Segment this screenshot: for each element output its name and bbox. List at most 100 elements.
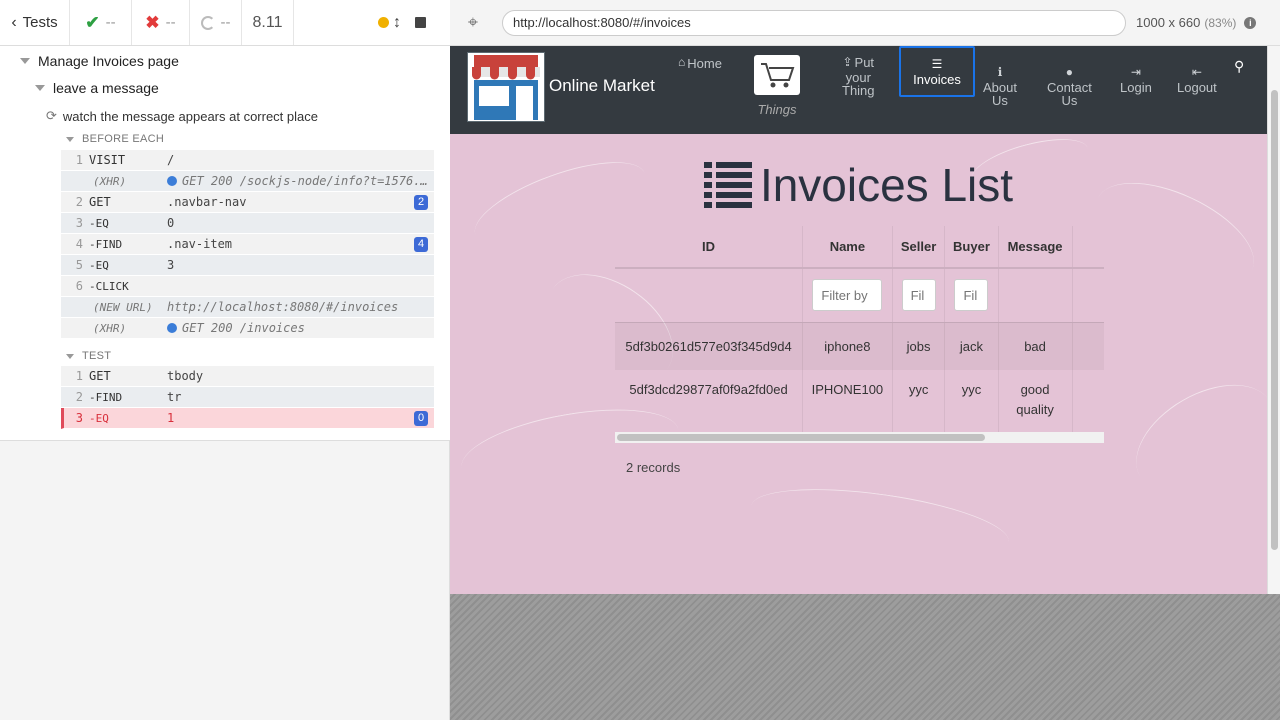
refresh-icon: ⟳ <box>46 108 57 123</box>
command-message: .nav-item <box>167 237 233 251</box>
name-filter-input[interactable] <box>812 279 883 312</box>
column-buyer[interactable]: Buyer <box>944 226 999 269</box>
page-title: Invoices List <box>450 158 1267 212</box>
reporter-panel: ‹ Tests ✔ -- ✖ -- -- 8.11 ↕ Manage Invoi… <box>0 0 450 720</box>
duration: 8.11 <box>242 0 294 45</box>
command-message: GET 200 /sockjs-node/info?t=1576... <box>182 174 434 188</box>
nav-contact-us[interactable]: ● Contact Us <box>1047 65 1092 108</box>
command-message: 3 <box>167 258 175 272</box>
invoices-table-container: ID Name Seller Buyer Message Filter by F… <box>615 226 1104 444</box>
failed-count: ✖ -- <box>132 0 190 45</box>
chevron-left-icon: ‹ <box>11 13 17 31</box>
test-title[interactable]: ⟳ watch the message appears at correct p… <box>46 108 318 124</box>
command-row[interactable]: 2 -FIND tr <box>61 387 434 408</box>
command-row[interactable]: (XHR) GET 200 /sockjs-node/info?t=1576... <box>61 171 434 192</box>
run-controls: ↕ <box>354 0 450 45</box>
command-name: (XHR) <box>93 321 127 335</box>
before-each-commands: 1 VISIT / (XHR) GET 200 /sockjs-node/info?t=… <box>61 150 434 339</box>
filter-row <box>615 268 1104 323</box>
cart-icon <box>754 55 800 95</box>
command-name: -EQ <box>89 216 109 230</box>
column-message[interactable]: Message <box>997 226 1073 269</box>
aut-vertical-scrollbar[interactable] <box>1267 46 1280 594</box>
test-commands: 1 GET tbody 2 -FIND tr 3 -EQ 1 0 <box>61 366 434 429</box>
command-message: tr <box>167 390 182 404</box>
scroll-toggle-icon[interactable]: ↕ <box>393 14 401 32</box>
store-logo[interactable] <box>467 52 545 122</box>
command-row[interactable]: 4 -FIND .nav-item 4 <box>61 234 434 255</box>
aut-header: ⌖ http://localhost:8080/#/invoices 1000 … <box>450 0 1280 46</box>
buyer-filter-input[interactable] <box>954 279 989 312</box>
caret-down-icon <box>66 353 74 359</box>
x-icon: ✖ <box>145 12 160 32</box>
column-more <box>1071 226 1104 269</box>
table-horizontal-scrollbar[interactable] <box>615 432 1104 443</box>
selector-playground-icon[interactable]: ⌖ <box>450 12 496 33</box>
app-navbar: Online Market ⌂ Home Things ⇪ Put your Th… <box>450 46 1267 134</box>
command-row[interactable]: 1 VISIT / <box>61 150 434 171</box>
test-label[interactable]: TEST <box>66 350 111 362</box>
command-log: Manage Invoices page leave a message ⟳ w… <box>0 46 450 441</box>
nav-logout[interactable]: ⇤ Logout <box>1177 66 1217 95</box>
app-under-test: Online Market ⌂ Home Things ⇪ Put your Th… <box>450 46 1267 594</box>
nav-login[interactable]: ⇥ Login <box>1120 66 1152 95</box>
xhr-status-icon <box>167 323 177 333</box>
command-name: GET <box>89 195 111 209</box>
column-id[interactable]: ID <box>615 226 803 269</box>
element-count-badge: 0 <box>414 411 428 426</box>
caret-down-icon <box>66 136 74 142</box>
brand-name[interactable]: Online Market <box>549 76 655 96</box>
caret-down-icon <box>20 58 30 64</box>
suite-manage-invoices[interactable]: Manage Invoices page <box>20 53 179 69</box>
pending-count: -- <box>190 0 242 45</box>
home-icon: ⌂ <box>678 55 686 69</box>
tests-label: Tests <box>22 14 58 31</box>
suite-leave-message[interactable]: leave a message <box>35 80 159 96</box>
command-message: .navbar-nav <box>167 195 247 209</box>
command-name: -FIND <box>89 390 123 404</box>
command-row[interactable]: 3 -EQ 1 0 <box>61 408 434 429</box>
table-row[interactable]: 5df3b0261d577e03f345d9d4 iphone8 jobs ja… <box>615 322 1104 370</box>
url-bar[interactable]: http://localhost:8080/#/invoices <box>502 9 1126 36</box>
command-row[interactable]: 5 -EQ 3 <box>61 255 434 276</box>
command-row[interactable]: 2 GET .navbar-nav 2 <box>61 192 434 213</box>
command-name: -FIND <box>89 237 123 251</box>
nav-invoices[interactable]: ☰ Invoices <box>899 46 975 97</box>
caret-down-icon <box>35 85 45 91</box>
nav-things[interactable]: Things <box>754 55 800 116</box>
command-message: 0 <box>167 216 175 230</box>
command-row[interactable]: 1 GET tbody <box>61 366 434 387</box>
column-name[interactable]: Name <box>802 226 893 269</box>
command-name: GET <box>89 369 111 383</box>
nav-home[interactable]: ⌂ Home <box>678 56 722 71</box>
info-icon: ℹ <box>997 65 1003 79</box>
command-row[interactable]: 3 -EQ 0 <box>61 213 434 234</box>
invoices-table: ID Name Seller Buyer Message Filter by F… <box>615 226 1104 432</box>
command-row[interactable]: (NEW URL) http://localhost:8080/#/invoice… <box>61 297 434 318</box>
command-row[interactable]: (XHR) GET 200 /invoices <box>61 318 434 339</box>
command-message: / <box>167 153 175 167</box>
comment-icon: ● <box>1065 65 1074 79</box>
before-each-label[interactable]: BEFORE EACH <box>66 133 164 145</box>
running-indicator-icon <box>378 17 389 28</box>
command-name: -EQ <box>89 258 109 272</box>
check-icon: ✔ <box>85 12 100 32</box>
reporter-header: ‹ Tests ✔ -- ✖ -- -- 8.11 ↕ <box>0 0 450 46</box>
column-seller[interactable]: Seller <box>891 226 945 269</box>
command-message: http://localhost:8080/#/invoices <box>167 300 399 314</box>
nav-put-your-thing[interactable]: ⇪ Put your Thing <box>842 56 875 98</box>
element-count-badge: 2 <box>414 195 428 210</box>
command-name: VISIT <box>89 153 126 167</box>
command-message: GET 200 /invoices <box>182 321 305 335</box>
command-name: -CLICK <box>89 279 129 293</box>
seller-filter-input[interactable] <box>901 279 936 312</box>
command-name: (NEW URL) <box>93 300 153 314</box>
pin-icon[interactable]: ⚲ <box>1234 59 1244 73</box>
nav-about-us[interactable]: ℹ About Us <box>983 65 1017 108</box>
stop-icon[interactable] <box>415 17 426 28</box>
info-icon[interactable]: i <box>1244 16 1257 29</box>
element-count-badge: 4 <box>414 237 428 252</box>
tests-button[interactable]: ‹ Tests <box>0 0 70 45</box>
command-row[interactable]: 6 -CLICK <box>61 276 434 297</box>
table-row[interactable]: 5df3dcd29877af0f9a2fd0ed IPHONE100 yyc y… <box>615 370 1104 432</box>
